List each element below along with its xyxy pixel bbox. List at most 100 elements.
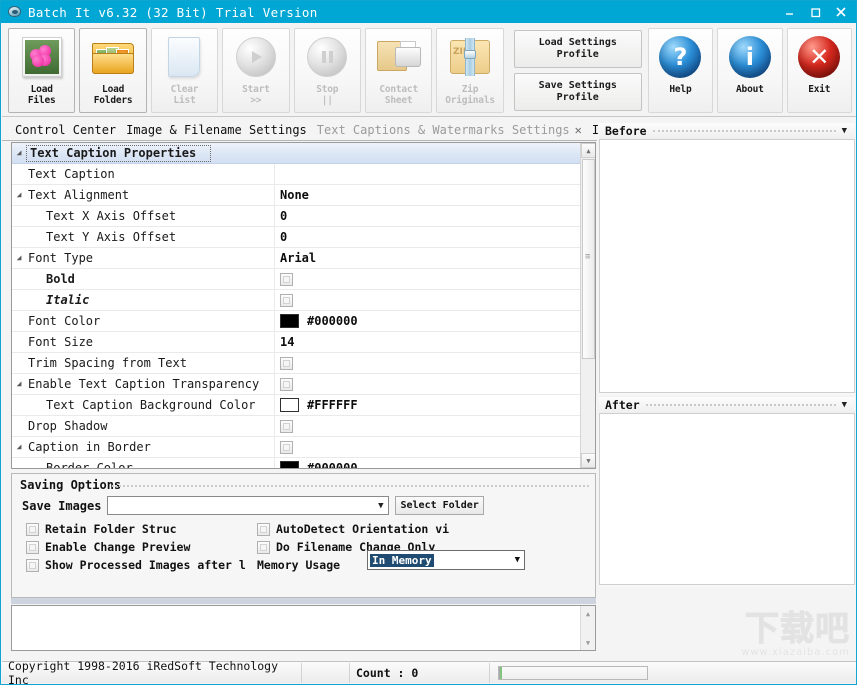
- scroll-down-icon[interactable]: ▼: [581, 635, 595, 650]
- property-row[interactable]: ◢ Text Alignment None: [12, 185, 582, 206]
- stop-button[interactable]: Stop ||: [293, 28, 361, 113]
- before-panel-header[interactable]: Before ▼: [599, 123, 855, 139]
- help-button[interactable]: ? Help: [647, 28, 714, 113]
- property-row[interactable]: ◢ Caption in Border: [12, 437, 582, 458]
- tab-control-center[interactable]: Control Center: [10, 119, 121, 140]
- property-row[interactable]: Trim Spacing from Text: [12, 353, 582, 374]
- maximize-icon[interactable]: [802, 1, 828, 23]
- after-panel-header[interactable]: After ▼: [599, 397, 855, 413]
- zip-originals-button[interactable]: ZIP Zip Originals: [436, 28, 504, 113]
- enable-change-preview-checkbox[interactable]: [26, 540, 39, 554]
- save-images-dropdown[interactable]: ▼: [107, 496, 390, 515]
- exit-button[interactable]: ✕ Exit: [786, 28, 852, 113]
- chevron-down-icon[interactable]: ▼: [842, 400, 855, 410]
- autodetect-orientation-row[interactable]: AutoDetect Orientation vi: [257, 522, 449, 536]
- saving-options-divider: [112, 485, 589, 487]
- retain-folder-structure-row[interactable]: Retain Folder Struc: [26, 522, 177, 536]
- tab-close-icon[interactable]: ✕: [575, 123, 582, 137]
- color-swatch[interactable]: [280, 398, 299, 412]
- tab-image-filename-settings-label: Image & Filename Settings: [126, 122, 307, 137]
- expander-icon[interactable]: ◢: [12, 149, 26, 157]
- property-text-value: 0: [280, 230, 288, 244]
- load-folders-button[interactable]: Load Folders: [79, 28, 147, 113]
- property-value[interactable]: 0: [274, 206, 582, 226]
- property-group-header[interactable]: ◢ Text Caption Properties: [12, 143, 582, 164]
- property-row[interactable]: Font Size 14: [12, 332, 582, 353]
- property-value[interactable]: 0: [274, 227, 582, 247]
- select-folder-button[interactable]: Select Folder: [395, 496, 484, 515]
- property-value[interactable]: #000000: [274, 311, 582, 331]
- contact-sheet-button[interactable]: Contact Sheet: [364, 28, 433, 113]
- scroll-up-icon[interactable]: ▲: [581, 606, 595, 621]
- property-row[interactable]: ◢ Font Type Arial: [12, 248, 582, 269]
- property-row[interactable]: Italic: [12, 290, 582, 311]
- property-value[interactable]: [274, 374, 582, 394]
- property-checkbox[interactable]: [280, 356, 293, 370]
- property-value[interactable]: [274, 164, 582, 184]
- property-checkbox[interactable]: [280, 272, 293, 286]
- property-row[interactable]: Font Color #000000: [12, 311, 582, 332]
- property-name: Caption in Border: [28, 440, 151, 454]
- memory-usage-dropdown[interactable]: In Memory ▼: [367, 550, 525, 570]
- property-name: Enable Text Caption Transparency: [28, 377, 260, 391]
- property-name: Text Caption: [28, 167, 115, 181]
- property-value[interactable]: 14: [274, 332, 582, 352]
- minimize-icon[interactable]: [776, 1, 802, 23]
- expander-icon[interactable]: ◢: [12, 254, 26, 262]
- retain-folder-structure-checkbox[interactable]: [26, 522, 39, 536]
- property-row[interactable]: ◢ Enable Text Caption Transparency: [12, 374, 582, 395]
- expander-icon[interactable]: ◢: [12, 380, 26, 388]
- load-settings-profile-button[interactable]: Load Settings Profile: [513, 30, 642, 68]
- property-value[interactable]: [274, 353, 582, 373]
- property-row[interactable]: Text Caption Background Color #FFFFFF: [12, 395, 582, 416]
- property-value[interactable]: Arial: [274, 248, 582, 268]
- color-swatch[interactable]: [280, 461, 299, 468]
- show-processed-images-checkbox[interactable]: [26, 558, 39, 572]
- chevron-down-icon[interactable]: ▼: [842, 126, 855, 136]
- property-value[interactable]: #000000: [274, 458, 582, 468]
- property-checkbox[interactable]: [280, 419, 293, 433]
- show-processed-images-row[interactable]: Show Processed Images after l: [26, 558, 246, 572]
- property-checkbox[interactable]: [280, 293, 293, 307]
- scroll-thumb[interactable]: [582, 159, 595, 359]
- chevron-down-icon[interactable]: ▼: [378, 501, 386, 511]
- load-files-button[interactable]: Load Files: [8, 28, 76, 113]
- property-value[interactable]: [274, 437, 582, 457]
- property-group-header-label: Text Caption Properties: [26, 144, 211, 162]
- property-row[interactable]: Border Color #000000: [12, 458, 582, 468]
- property-row[interactable]: Text X Axis Offset 0: [12, 206, 582, 227]
- scroll-up-icon[interactable]: ▲: [581, 143, 595, 158]
- property-value[interactable]: [274, 290, 582, 310]
- property-value[interactable]: #FFFFFF: [274, 395, 582, 415]
- property-row[interactable]: Text Y Axis Offset 0: [12, 227, 582, 248]
- property-row[interactable]: Bold: [12, 269, 582, 290]
- about-button[interactable]: i About: [717, 28, 783, 113]
- property-grid-scrollbar[interactable]: ▲ ▼: [580, 143, 595, 468]
- chevron-down-icon[interactable]: ▼: [515, 555, 524, 565]
- property-row[interactable]: Drop Shadow: [12, 416, 582, 437]
- property-value[interactable]: [274, 416, 582, 436]
- file-list-scrollbar[interactable]: ▲ ▼: [580, 606, 595, 650]
- property-value[interactable]: [274, 269, 582, 289]
- close-icon[interactable]: [828, 1, 854, 23]
- property-checkbox[interactable]: [280, 377, 293, 391]
- property-value[interactable]: None: [274, 185, 582, 205]
- panel-splitter[interactable]: [11, 598, 596, 604]
- copyright-text: Copyright 1998-2016 iRedSoft Technology …: [2, 659, 302, 684]
- start-button[interactable]: Start >>: [222, 28, 290, 113]
- enable-change-preview-row[interactable]: Enable Change Preview: [26, 540, 190, 554]
- scroll-down-icon[interactable]: ▼: [581, 453, 595, 468]
- save-settings-profile-button[interactable]: Save Settings Profile: [513, 73, 642, 111]
- expander-icon[interactable]: ◢: [12, 443, 26, 451]
- tab-image-filename-settings[interactable]: Image & Filename Settings: [121, 119, 312, 140]
- clear-list-button[interactable]: Clear List: [150, 28, 219, 113]
- expander-icon[interactable]: ◢: [12, 191, 26, 199]
- tab-text-captions-watermarks-settings[interactable]: Text Captions & Watermarks Settings ✕: [312, 119, 587, 140]
- do-filename-change-only-checkbox[interactable]: [257, 540, 270, 554]
- show-processed-images-label: Show Processed Images after l: [45, 558, 246, 572]
- color-swatch[interactable]: [280, 314, 299, 328]
- file-list-box[interactable]: ▲ ▼: [11, 605, 596, 651]
- property-checkbox[interactable]: [280, 440, 293, 454]
- autodetect-orientation-checkbox[interactable]: [257, 522, 270, 536]
- property-row[interactable]: Text Caption: [12, 164, 582, 185]
